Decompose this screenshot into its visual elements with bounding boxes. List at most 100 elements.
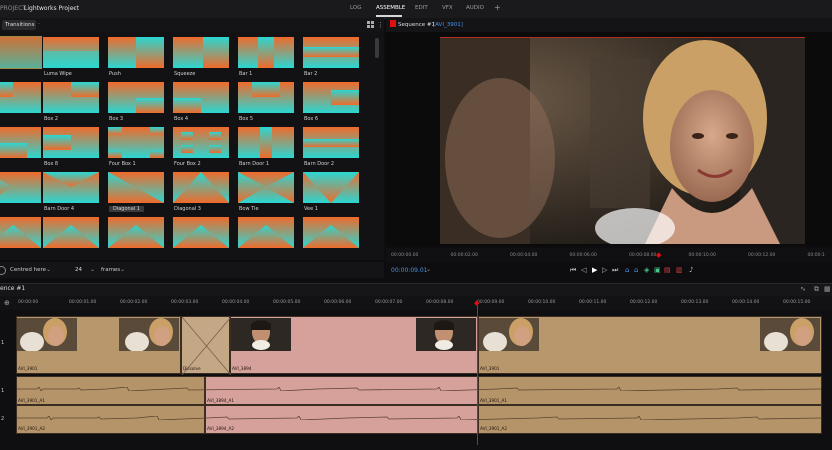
transition-thumbnail[interactable] [173, 217, 229, 248]
transition-label: Barn Door 2 [304, 161, 335, 167]
transition-thumbnail[interactable] [303, 82, 359, 113]
viewer-ruler-tick: 00:00:10.00 [688, 253, 716, 258]
transition-thumbnail[interactable] [303, 37, 359, 68]
chevron-down-icon[interactable]: ⌄ [120, 266, 125, 273]
clip-name: AVI_3901 [18, 366, 38, 371]
transition-thumbnail[interactable] [303, 172, 359, 203]
transition-label: Box 2 [44, 116, 59, 122]
transition-thumbnail[interactable] [43, 172, 99, 203]
project-name[interactable]: Lightworks Project [24, 5, 79, 12]
copy-icon[interactable]: ⧉ [814, 285, 819, 294]
add-tab-button[interactable]: + [494, 3, 501, 12]
timeline-ruler-tick: 00:00:09.00 [477, 300, 505, 305]
transition-label: Bar 1 [239, 71, 253, 77]
clear-marks-icon[interactable]: ▣ [654, 266, 661, 274]
transitions-scrollbar[interactable] [375, 38, 379, 58]
viewer-clip-label: [AVI_3901] [433, 21, 463, 28]
transitions-footer [0, 262, 384, 278]
overwrite-icon[interactable]: ▥ [676, 266, 683, 274]
transition-label: Vee 1 [304, 206, 318, 212]
grid-view-icon[interactable] [367, 21, 374, 28]
transition-thumbnail[interactable] [43, 217, 99, 248]
active-tab-indicator [376, 15, 402, 17]
transition-label: Box 4 [174, 116, 189, 122]
frames-unit-label[interactable]: frames [101, 267, 120, 273]
transition-thumbnail[interactable] [173, 82, 229, 113]
tab-edit[interactable]: EDIT [415, 5, 428, 11]
timeline-ruler-tick: 00:00:00 [18, 300, 39, 305]
transition-thumbnail[interactable] [238, 217, 294, 248]
timeline-ruler-tick: 00:00:05.00 [273, 300, 301, 305]
transition-thumbnail[interactable] [303, 127, 359, 158]
kebab-menu-icon[interactable]: ⋮ [377, 21, 384, 29]
transition-thumbnail[interactable] [0, 82, 41, 113]
transition-thumbnail[interactable] [108, 37, 164, 68]
transition-thumbnail[interactable] [173, 127, 229, 158]
viewer-ruler-tick: 00:00:04.00 [510, 253, 538, 258]
transition-thumbnail[interactable] [0, 217, 41, 248]
go-to-end-icon[interactable]: ⏭ [612, 266, 618, 275]
clip-name: AVI_3901_A1 [480, 398, 508, 403]
audio-track-number: 2 [1, 416, 5, 422]
transition-thumbnail[interactable] [238, 82, 294, 113]
chevron-down-icon[interactable]: ⌄ [426, 266, 431, 273]
layers-icon[interactable]: ▦ [824, 285, 831, 293]
transition-thumbnail[interactable] [173, 37, 229, 68]
tab-assemble[interactable]: ASSEMBLE [376, 5, 405, 11]
transitions-grid: Luma Wipe Push Squeeze Bar 1 Bar 2 Box 2 Box 3… [0, 32, 384, 260]
mark-out-icon[interactable]: ⌂ [634, 266, 638, 274]
transition-thumbnail[interactable] [238, 37, 294, 68]
transition-thumbnail[interactable] [108, 217, 164, 248]
tab-vfx[interactable]: VFX [442, 5, 453, 11]
timeline-ruler-tick: 00:00:06.00 [324, 300, 352, 305]
step-back-icon[interactable]: ◁ [581, 266, 586, 274]
video-preview[interactable] [440, 37, 805, 244]
video-track-number: 1 [1, 340, 5, 346]
transition-thumbnail[interactable] [43, 37, 99, 68]
transition-label: Box 5 [239, 116, 254, 122]
viewer-playhead[interactable]: ◆ [656, 252, 661, 259]
waveform-icon[interactable]: ∿ [800, 285, 806, 293]
insert-icon[interactable]: ▤ [664, 266, 671, 274]
frames-value[interactable]: 24 [75, 267, 82, 273]
transition-thumbnail[interactable] [0, 36, 42, 69]
mark-clip-icon[interactable]: ◈ [644, 266, 649, 274]
tab-audio[interactable]: AUDIO [466, 5, 484, 11]
step-forward-icon[interactable]: ▷ [602, 266, 607, 274]
clip-thumbnail [17, 318, 77, 351]
dissolve-label: Dissolve [183, 366, 201, 371]
transition-thumbnail[interactable] [0, 172, 41, 203]
transition-thumbnail[interactable] [108, 127, 164, 158]
tab-log[interactable]: LOG [350, 5, 361, 11]
zoom-icon[interactable]: ⊕ [4, 299, 10, 307]
centred-label[interactable]: Centred here [10, 267, 46, 273]
go-to-start-icon[interactable]: ⏮ [570, 266, 576, 275]
transition-thumbnail[interactable] [238, 172, 294, 203]
clip-thumbnail [760, 318, 820, 351]
transition-label: Push [109, 71, 121, 77]
timeline-header [0, 283, 832, 296]
microphone-icon[interactable]: ♪ [689, 266, 693, 274]
viewer-ruler-tick: 00:00:12.00 [748, 253, 776, 258]
transition-thumbnail[interactable] [43, 82, 99, 113]
clip-name: AVI_3894_A1 [207, 398, 235, 403]
chevron-down-icon[interactable]: ⌄ [46, 266, 51, 273]
mark-in-icon[interactable]: ⌂ [625, 266, 629, 274]
transition-thumbnail[interactable] [238, 127, 294, 158]
clip-thumbnail [479, 318, 539, 351]
transition-thumbnail[interactable] [108, 82, 164, 113]
transition-thumbnail[interactable] [0, 127, 41, 158]
transition-thumbnail[interactable] [173, 172, 229, 203]
play-icon[interactable]: ▶ [592, 266, 597, 274]
transition-label: Bow Tie [239, 206, 259, 212]
transitions-tab-label: Transitions [5, 21, 35, 28]
chevron-down-icon[interactable]: ⌄ [72, 4, 77, 11]
timecode-display[interactable]: 00:00:09.01 [391, 267, 428, 274]
transition-thumbnail[interactable] [43, 127, 99, 158]
chevron-down-icon[interactable]: ⌄ [90, 266, 95, 273]
transition-label: Diagonal 3 [174, 206, 201, 212]
transition-thumbnail[interactable] [108, 172, 164, 203]
tab-options-icon[interactable]: · [38, 21, 40, 28]
transition-thumbnail[interactable] [303, 217, 359, 248]
timeline-playhead[interactable]: ◆ [474, 300, 479, 307]
